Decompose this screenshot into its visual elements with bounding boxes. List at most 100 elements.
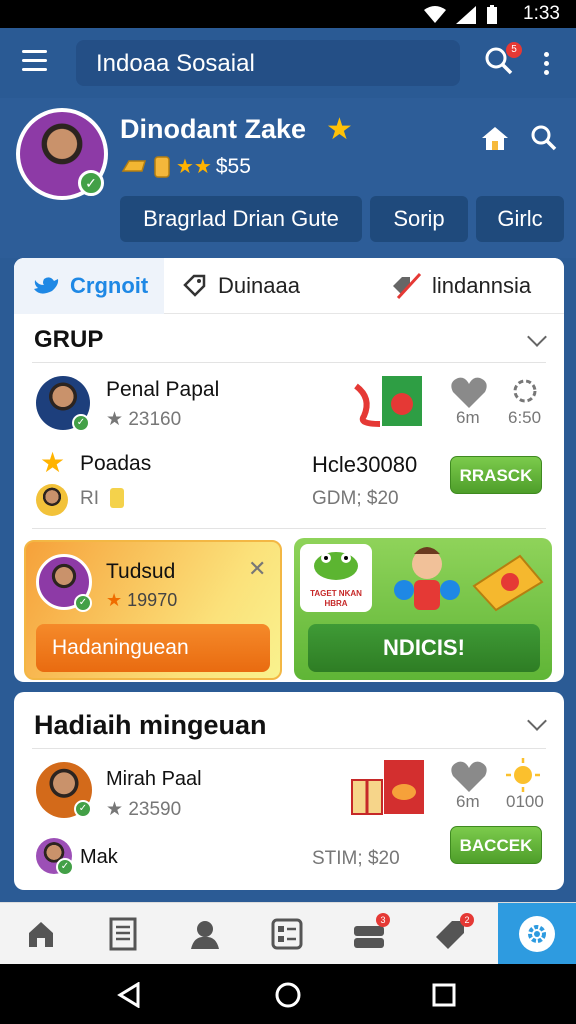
star-icon: ★	[106, 799, 124, 820]
home-icon	[29, 922, 53, 947]
stat-time: 6m	[456, 408, 480, 427]
tab-label: Duinaaa	[218, 273, 300, 298]
back-icon[interactable]	[116, 982, 142, 1008]
tag-icon	[183, 274, 206, 297]
score-value: 23590	[128, 799, 182, 820]
claim-button[interactable]: BACCEK	[450, 826, 542, 864]
star-icon: ★	[106, 409, 124, 430]
row-name: Penal Papal	[106, 378, 220, 401]
search-input[interactable]: Indoaa Sosaial	[76, 40, 460, 86]
bottom-nav: 3 2	[0, 902, 576, 965]
row-name: Mirah Paal	[106, 768, 202, 790]
nav-messages[interactable]: 3	[328, 903, 410, 965]
gift-card-icon	[354, 376, 422, 427]
status-bar: 1:33	[0, 0, 576, 28]
avatar[interactable]	[36, 484, 68, 516]
promo-card-left: ✓ Tudsud ★ 19970 ✕ Hadaninguean	[24, 540, 282, 680]
menu-icon[interactable]	[22, 50, 47, 72]
promo-button[interactable]: NDICIS!	[308, 624, 540, 672]
verified-check-icon: ✓	[56, 858, 74, 876]
notification-badge: 5	[506, 42, 522, 58]
nav-badge: 3	[376, 913, 390, 927]
home-icon[interactable]	[480, 124, 510, 152]
system-nav-bar	[0, 964, 576, 1024]
score-value: 19970	[127, 590, 178, 610]
chip-0[interactable]: Bragrlad Drian Gute	[120, 196, 362, 242]
row-sub: RI	[80, 488, 99, 509]
recents-icon[interactable]	[432, 983, 456, 1007]
section-title: GRUP	[34, 326, 104, 353]
gold-ticket-icon	[472, 554, 544, 612]
bird-icon	[34, 277, 59, 294]
nav-badge: 2	[460, 913, 474, 927]
row-price: GDM; $20	[312, 488, 399, 509]
row-score: ★ 23160	[106, 408, 181, 431]
sun-icon	[506, 758, 540, 792]
tab-label: lindannsia	[432, 273, 532, 298]
row-name: Mak	[80, 846, 118, 868]
row-score: ★ 23590	[106, 798, 181, 821]
chip-1[interactable]: Sorip	[370, 196, 468, 242]
coin-icon	[110, 488, 124, 508]
promo-name: Tudsud	[106, 560, 176, 583]
divider	[32, 362, 546, 363]
gear-icon	[528, 925, 546, 943]
verified-check-icon: ✓	[78, 170, 104, 196]
tab-lindannsia[interactable]: lindannsia	[350, 258, 531, 314]
stat-time: 6m	[456, 792, 480, 811]
heart-icon	[451, 761, 487, 792]
divider	[32, 748, 546, 749]
balance-row: ★★ $55	[120, 154, 251, 179]
star-icon: ★	[106, 590, 123, 610]
tab-label: Crgnoit	[70, 273, 149, 298]
nav-settings[interactable]	[498, 903, 576, 965]
chevron-down-icon[interactable]	[527, 327, 547, 347]
app-bar: Indoaa Sosaial 5	[0, 28, 576, 98]
checklist-icon	[271, 918, 303, 950]
boxer-character-icon	[394, 547, 460, 610]
claim-button[interactable]: RRASCK	[450, 456, 542, 494]
nav-document[interactable]	[82, 903, 164, 965]
clock: 1:33	[523, 3, 560, 24]
more-options-icon[interactable]	[544, 52, 550, 79]
star-icon: ★	[40, 447, 66, 478]
heart-icon	[451, 377, 487, 408]
stat-count: 6:50	[508, 408, 542, 427]
promo-card-right: TAGET NKAN HBRA NDICIS!	[294, 538, 552, 680]
close-icon[interactable]: ✕	[248, 556, 266, 582]
profile-search-icon[interactable]	[530, 124, 558, 152]
gift-box-icon	[351, 760, 424, 815]
promo-score: ★ 19970	[106, 590, 177, 611]
nav-tags[interactable]: 2	[410, 903, 492, 965]
nav-tasks[interactable]	[246, 903, 328, 965]
battery-icon	[487, 5, 497, 24]
weekly-card: Hadiaih mingeuan ✓ Mirah Paal ★ 23590 6m…	[14, 692, 564, 890]
divider	[32, 528, 546, 529]
star-icon: ★	[326, 113, 353, 146]
tab-duinaaa[interactable]: Duinaaa	[164, 258, 350, 314]
home-circle-icon[interactable]	[274, 981, 302, 1009]
balance-amount: $55	[215, 154, 251, 178]
nav-profile[interactable]	[164, 903, 246, 965]
score-value: 23160	[128, 409, 182, 430]
row-price: STIM; $20	[312, 848, 400, 869]
signal-icon	[456, 6, 476, 24]
row-name: Poadas	[80, 452, 152, 475]
stat-count: 0100	[506, 792, 544, 811]
row-amount: Hcle30080	[312, 452, 418, 477]
coin-icon	[154, 155, 170, 178]
sticker-text: TAGET NKAN HBRA	[310, 589, 362, 608]
sticker-card: TAGET NKAN HBRA	[300, 544, 372, 612]
tab-crgnoit[interactable]: Crgnoit	[14, 258, 164, 314]
user-icon	[191, 921, 219, 949]
nav-home[interactable]	[0, 903, 82, 965]
chevron-down-icon[interactable]	[527, 711, 547, 731]
promo-button[interactable]: Hadaninguean	[36, 624, 270, 672]
gear-icon	[513, 379, 537, 403]
tab-bar: Crgnoit Duinaaa lindannsia	[14, 258, 564, 314]
mute-tag-icon	[393, 272, 422, 300]
star-icon: ★★	[176, 156, 212, 178]
profile-name: Dinodant Zake	[120, 114, 307, 144]
wifi-icon	[424, 6, 446, 23]
chip-2[interactable]: Girlc	[476, 196, 564, 242]
